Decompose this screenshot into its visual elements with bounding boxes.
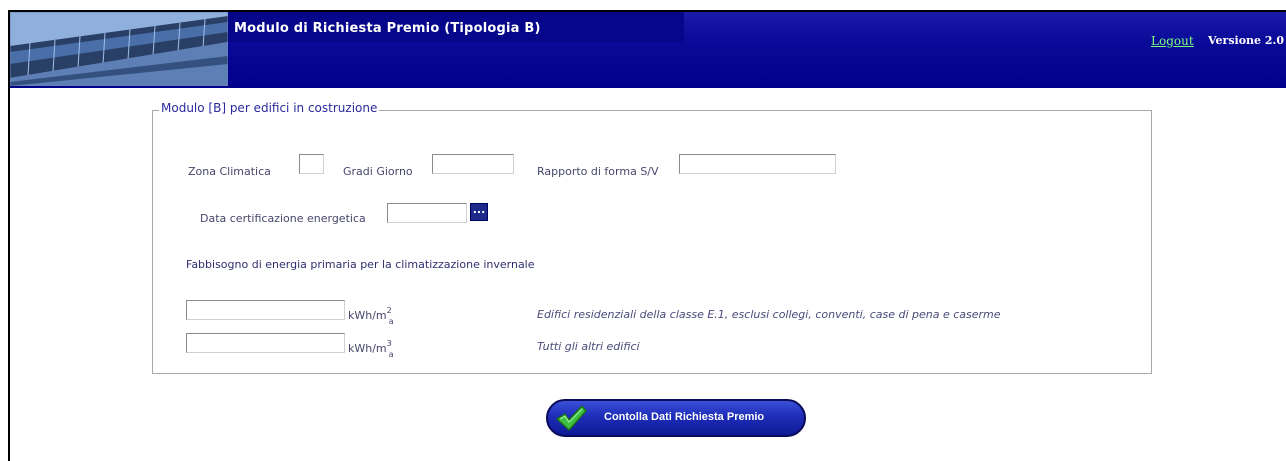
gradi-giorno-label: Gradi Giorno: [343, 165, 413, 178]
data-certificazione-input[interactable]: [387, 203, 467, 223]
zona-climatica-input[interactable]: [299, 154, 324, 174]
altri-edifici-description: Tutti gli altri edifici: [537, 340, 640, 353]
unit-exponent: 2: [386, 306, 392, 315]
fabbisogno-heading: Fabbisogno di energia primaria per la cl…: [186, 258, 535, 271]
header-bar: Modulo di Richiesta Premio (Tipologia B)…: [10, 12, 1286, 88]
rapporto-forma-label: Rapporto di forma S/V: [537, 165, 659, 178]
rapporto-forma-input[interactable]: [679, 154, 836, 174]
unit-kwh-m2a: kWh/m2 a: [348, 306, 394, 326]
data-certificazione-label: Data certificazione energetica: [200, 212, 366, 225]
fieldset-legend: Modulo [B] per edifici in costruzione: [159, 101, 380, 115]
fabbisogno-residenziali-input[interactable]: [186, 300, 345, 320]
unit-subscript: a: [388, 350, 394, 359]
version-label: Versione 2.0: [1208, 34, 1284, 47]
unit-kwh-m3a: kWh/m3 a: [348, 339, 394, 359]
unit-exponent: 3: [386, 339, 392, 348]
gradi-giorno-input[interactable]: [432, 154, 514, 174]
checkmark-icon: [556, 405, 587, 431]
unit-base: kWh/m: [348, 309, 387, 322]
solar-panel-logo: [10, 12, 228, 86]
logout-link[interactable]: Logout: [1151, 34, 1194, 48]
zona-climatica-label: Zona Climatica: [188, 165, 271, 178]
page-title: Modulo di Richiesta Premio (Tipologia B): [234, 21, 541, 36]
controlla-dati-button[interactable]: Contolla Dati Richiesta Premio: [546, 399, 806, 437]
unit-base: kWh/m: [348, 342, 387, 355]
calendar-picker-button[interactable]: ...: [470, 203, 488, 221]
controlla-dati-label: Contolla Dati Richiesta Premio: [604, 411, 765, 423]
unit-subscript: a: [388, 317, 394, 326]
residenziali-description: Edifici residenziali della classe E.1, e…: [537, 308, 1001, 321]
fabbisogno-altri-input[interactable]: [186, 333, 345, 353]
